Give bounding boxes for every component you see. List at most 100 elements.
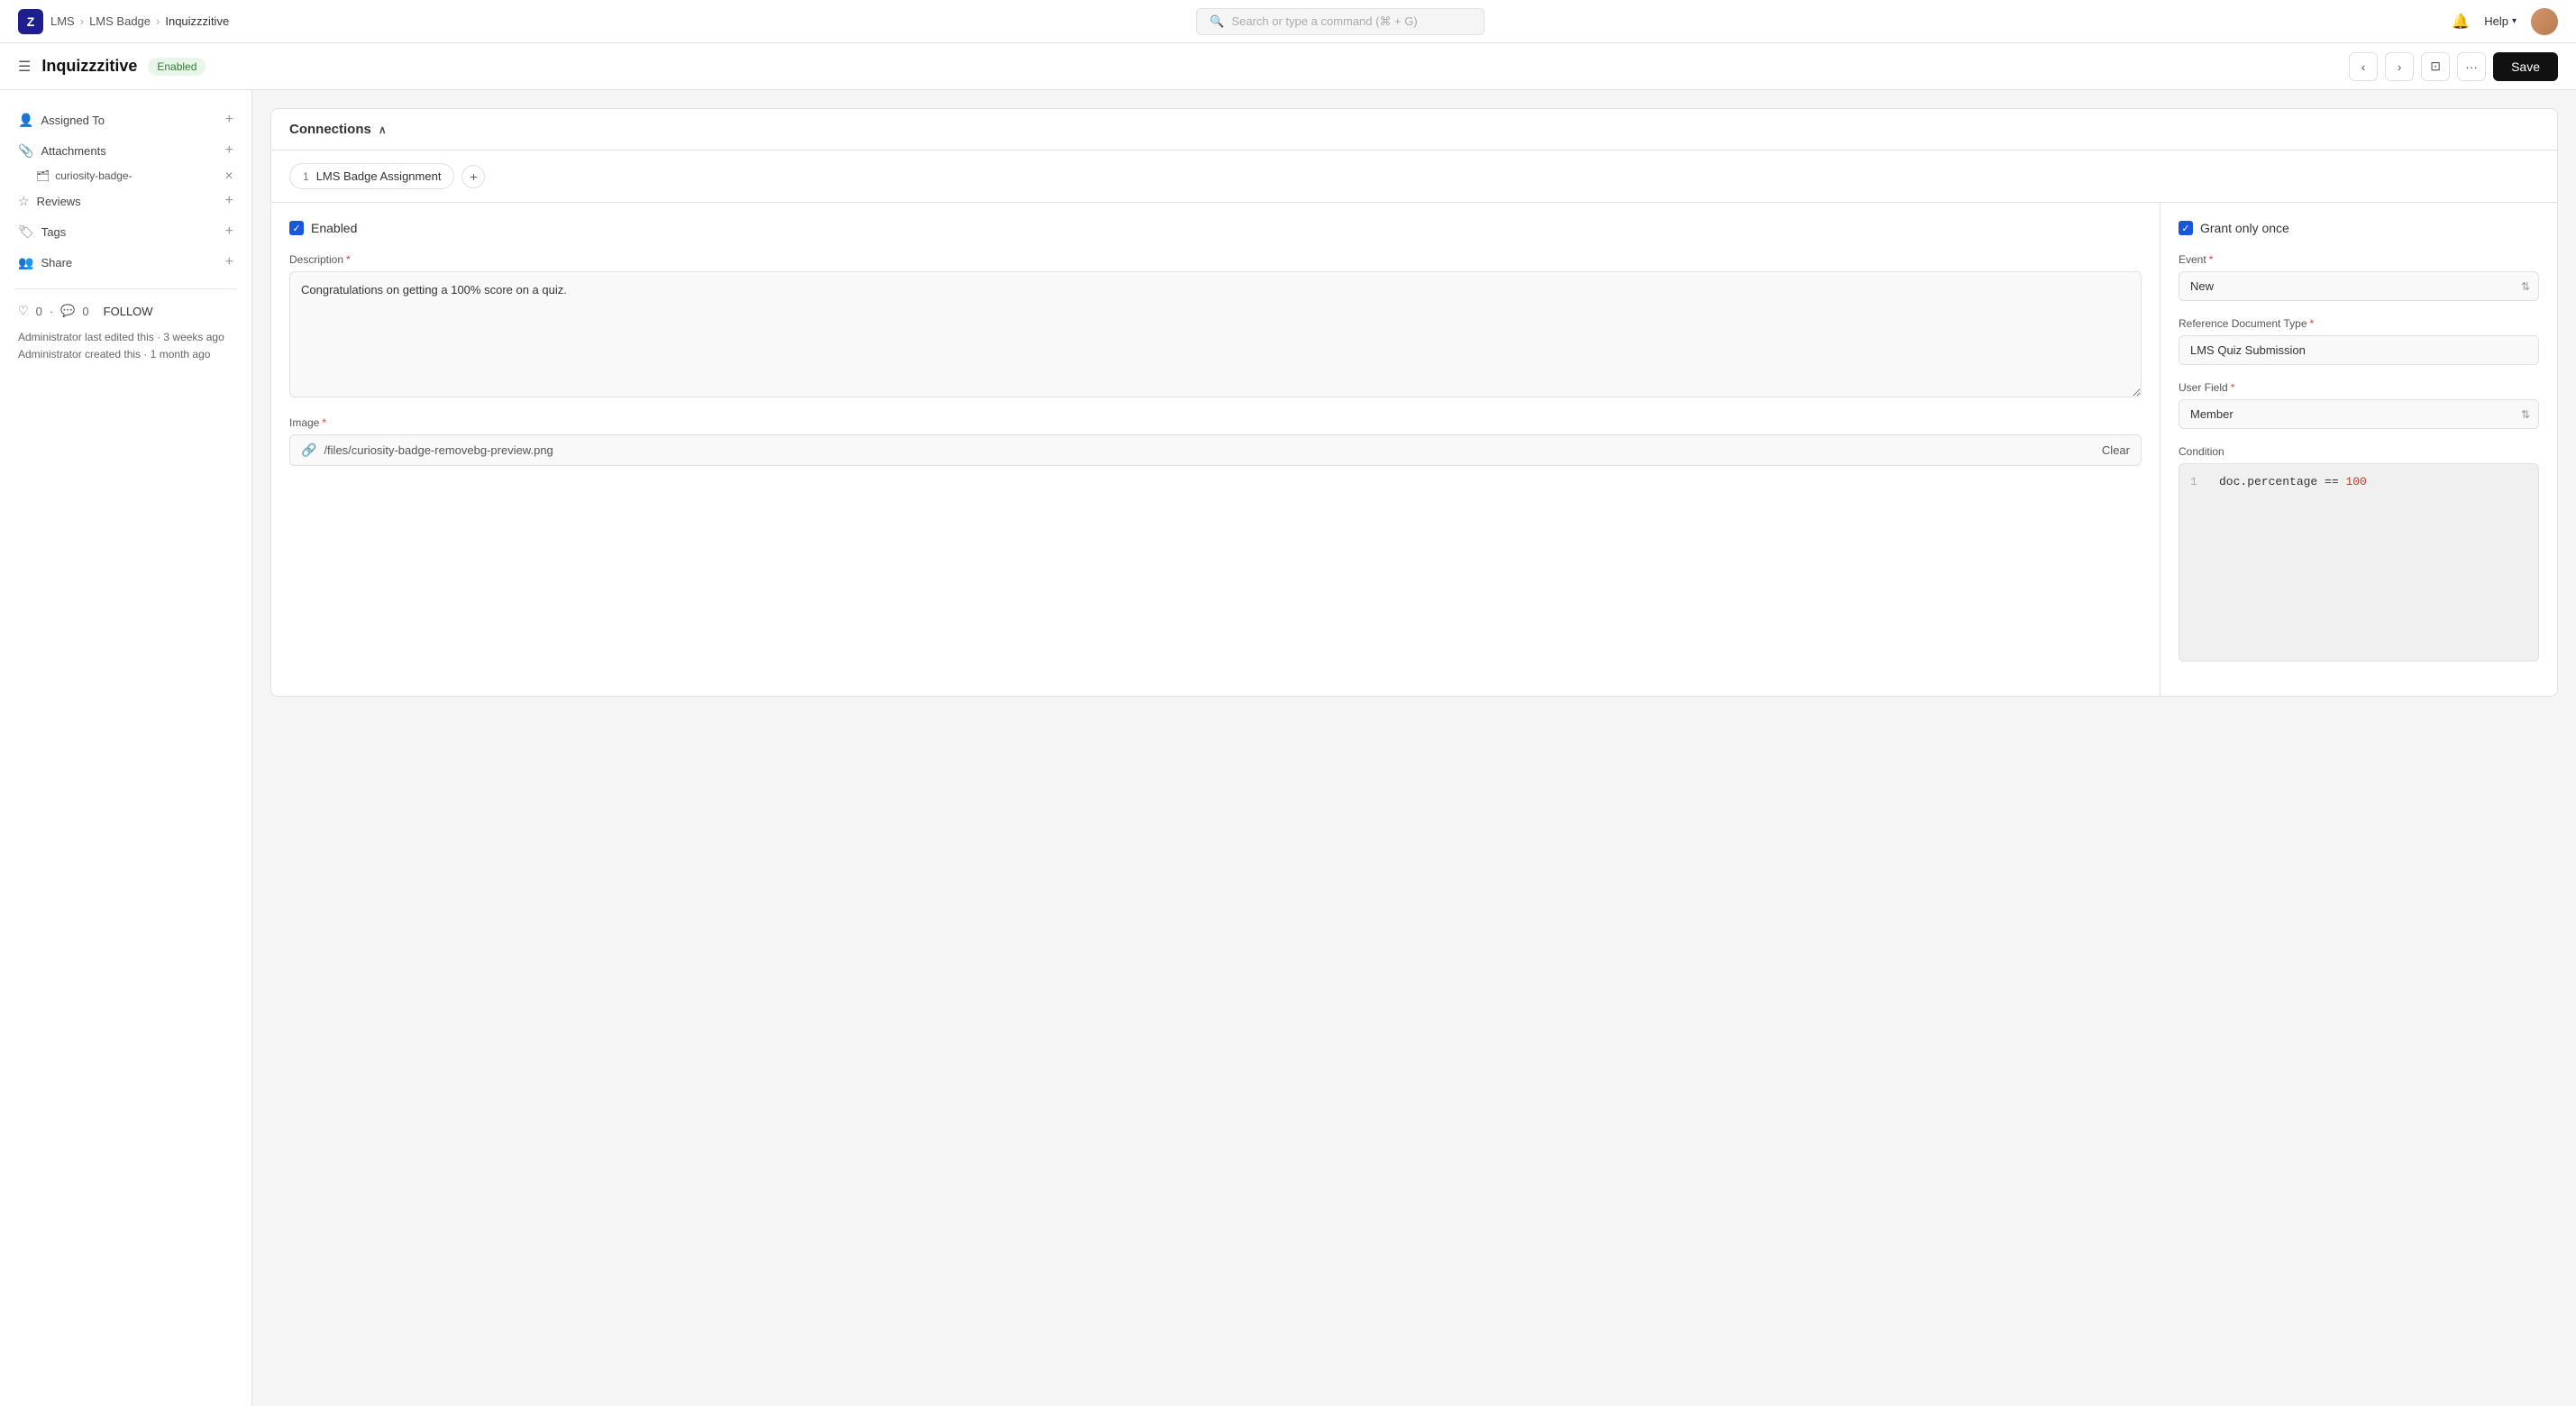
status-badge: Enabled — [148, 58, 206, 76]
add-connection-button[interactable]: + — [461, 165, 485, 188]
collapse-connections-icon[interactable]: ∧ — [379, 123, 387, 136]
link-icon: 🔗 — [301, 443, 316, 458]
like-count: 0 — [36, 305, 42, 318]
event-label: Event * — [2179, 253, 2539, 266]
connections-title: Connections — [289, 122, 371, 137]
enabled-label: Enabled — [311, 221, 357, 235]
condition-label: Condition — [2179, 445, 2539, 458]
like-bar: ♡ 0 · 💬 0 FOLLOW — [18, 304, 233, 318]
image-label: Image * — [289, 416, 2142, 429]
add-share-icon[interactable]: + — [225, 254, 233, 270]
remove-attachment-icon[interactable]: ✕ — [224, 169, 233, 182]
created-meta: Administrator created this · 1 month ago — [18, 346, 233, 363]
ref-doc-field: LMS Quiz Submission — [2179, 335, 2539, 365]
search-bar[interactable]: 🔍 Search or type a command (⌘ + G) — [1196, 8, 1484, 35]
grant-once-label: Grant only once — [2200, 221, 2289, 235]
chevron-down-icon: ▾ — [2512, 16, 2517, 26]
page-header-left: ☰ Inquizzzitive Enabled — [18, 57, 206, 76]
star-icon: ☆ — [18, 194, 30, 209]
attachment-filename: curiosity-badge- — [55, 169, 219, 182]
description-required-star: * — [346, 253, 351, 266]
connections-panel: Connections ∧ 1 LMS Badge Assignment + — [270, 108, 2558, 697]
main-layout: 👤 Assigned To + 📎 Attachments + 🗂 curios… — [0, 90, 2576, 1406]
user-field-select-wrapper: Member Student User — [2179, 399, 2539, 429]
clear-image-button[interactable]: Clear — [2102, 443, 2130, 457]
code-line-1: 1 doc.percentage == 100 — [2190, 475, 2527, 488]
add-review-icon[interactable]: + — [225, 193, 233, 209]
user-field-label: User Field * — [2179, 381, 2539, 394]
description-label: Description * — [289, 253, 2142, 266]
menu-toggle[interactable]: ☰ — [18, 58, 31, 76]
user-field-select[interactable]: Member Student User — [2179, 399, 2539, 429]
content-area: Connections ∧ 1 LMS Badge Assignment + — [252, 90, 2576, 1406]
grant-once-checkbox[interactable]: ✓ — [2179, 221, 2193, 235]
condition-code-text: doc.percentage == 100 — [2219, 475, 2367, 488]
comment-icon[interactable]: 💬 — [60, 304, 75, 318]
app-logo: Z — [18, 9, 43, 34]
sidebar-item-assigned-to[interactable]: 👤 Assigned To + — [14, 105, 237, 135]
add-assigned-to-icon[interactable]: + — [225, 112, 233, 128]
help-button[interactable]: Help ▾ — [2484, 14, 2517, 28]
event-select[interactable]: New Submit Cancel — [2179, 271, 2539, 301]
description-textarea[interactable]: Congratulations on getting a 100% score … — [289, 271, 2142, 397]
form-left: ✓ Enabled Description * Congratulations … — [271, 203, 2160, 696]
sidebar-item-share[interactable]: 👥 Share + — [14, 247, 237, 278]
notifications-icon[interactable]: 🔔 — [2452, 13, 2470, 31]
condition-field-group: Condition 1 doc.percentage == 100 — [2179, 445, 2539, 662]
code-value: 100 — [2345, 475, 2366, 488]
line-number-1: 1 — [2190, 475, 2205, 488]
nav-left: Z LMS › LMS Badge › Inquizzzitive — [18, 9, 229, 34]
code-operator: == — [2325, 475, 2345, 488]
breadcrumb-lms[interactable]: LMS — [50, 14, 75, 28]
breadcrumb-lms-badge[interactable]: LMS Badge — [89, 14, 151, 28]
reviews-label: Reviews — [37, 195, 81, 208]
tab-label: LMS Badge Assignment — [316, 169, 442, 183]
comment-count: 0 — [82, 305, 88, 318]
image-path: /files/curiosity-badge-removebg-preview.… — [324, 443, 553, 457]
code-variable: doc.percentage — [2219, 475, 2325, 488]
tags-label: Tags — [41, 225, 66, 239]
avatar[interactable] — [2531, 8, 2558, 35]
add-attachment-icon[interactable]: + — [225, 142, 233, 159]
more-options-button[interactable]: ··· — [2457, 52, 2486, 81]
follow-button[interactable]: FOLLOW — [104, 305, 153, 318]
print-button[interactable]: ⊡ — [2421, 52, 2450, 81]
description-field-group: Description * Congratulations on getting… — [289, 253, 2142, 400]
sidebar-item-attachments[interactable]: 📎 Attachments + — [14, 135, 237, 166]
connections-tab-bar: 1 LMS Badge Assignment + — [271, 151, 2557, 203]
ref-doc-required-star: * — [2310, 317, 2315, 330]
sidebar-item-tags[interactable]: 🏷 Tags + — [14, 216, 237, 247]
event-field-group: Event * New Submit Cancel — [2179, 253, 2539, 301]
search-placeholder: Search or type a command (⌘ + G) — [1231, 14, 1417, 29]
attachment-file-item: 🗂 curiosity-badge- ✕ — [14, 166, 237, 186]
paperclip-icon: 📎 — [18, 143, 33, 159]
ref-doc-field-group: Reference Document Type * LMS Quiz Submi… — [2179, 317, 2539, 365]
grant-once-row: ✓ Grant only once — [2179, 221, 2539, 235]
form-body: ✓ Enabled Description * Congratulations … — [271, 203, 2557, 696]
file-icon: 🗂 — [36, 169, 50, 182]
tag-icon: 🏷 — [18, 224, 34, 240]
event-select-wrapper: New Submit Cancel — [2179, 271, 2539, 301]
lms-badge-assignment-tab[interactable]: 1 LMS Badge Assignment — [289, 163, 454, 189]
user-field-required-star: * — [2231, 381, 2235, 394]
ref-doc-label: Reference Document Type * — [2179, 317, 2539, 330]
condition-code-editor[interactable]: 1 doc.percentage == 100 — [2179, 463, 2539, 662]
last-edited-meta: Administrator last edited this · 3 weeks… — [18, 329, 233, 346]
breadcrumb: LMS › LMS Badge › Inquizzzitive — [50, 14, 229, 28]
enabled-row: ✓ Enabled — [289, 221, 2142, 235]
sidebar-item-reviews[interactable]: ☆ Reviews + — [14, 186, 237, 216]
breadcrumb-sep-1: › — [80, 14, 84, 28]
enabled-checkbox[interactable]: ✓ — [289, 221, 304, 235]
breadcrumb-current: Inquizzzitive — [165, 14, 229, 28]
event-required-star: * — [2209, 253, 2214, 266]
image-required-star: * — [322, 416, 326, 429]
heart-icon[interactable]: ♡ — [18, 304, 29, 318]
save-button[interactable]: Save — [2493, 52, 2558, 81]
next-button[interactable]: › — [2385, 52, 2414, 81]
attachments-label: Attachments — [41, 144, 105, 158]
page-header-right: ‹ › ⊡ ··· Save — [2349, 52, 2558, 81]
add-tag-icon[interactable]: + — [225, 224, 233, 240]
prev-button[interactable]: ‹ — [2349, 52, 2378, 81]
user-field-group: User Field * Member Student User — [2179, 381, 2539, 429]
share-label: Share — [41, 256, 72, 269]
